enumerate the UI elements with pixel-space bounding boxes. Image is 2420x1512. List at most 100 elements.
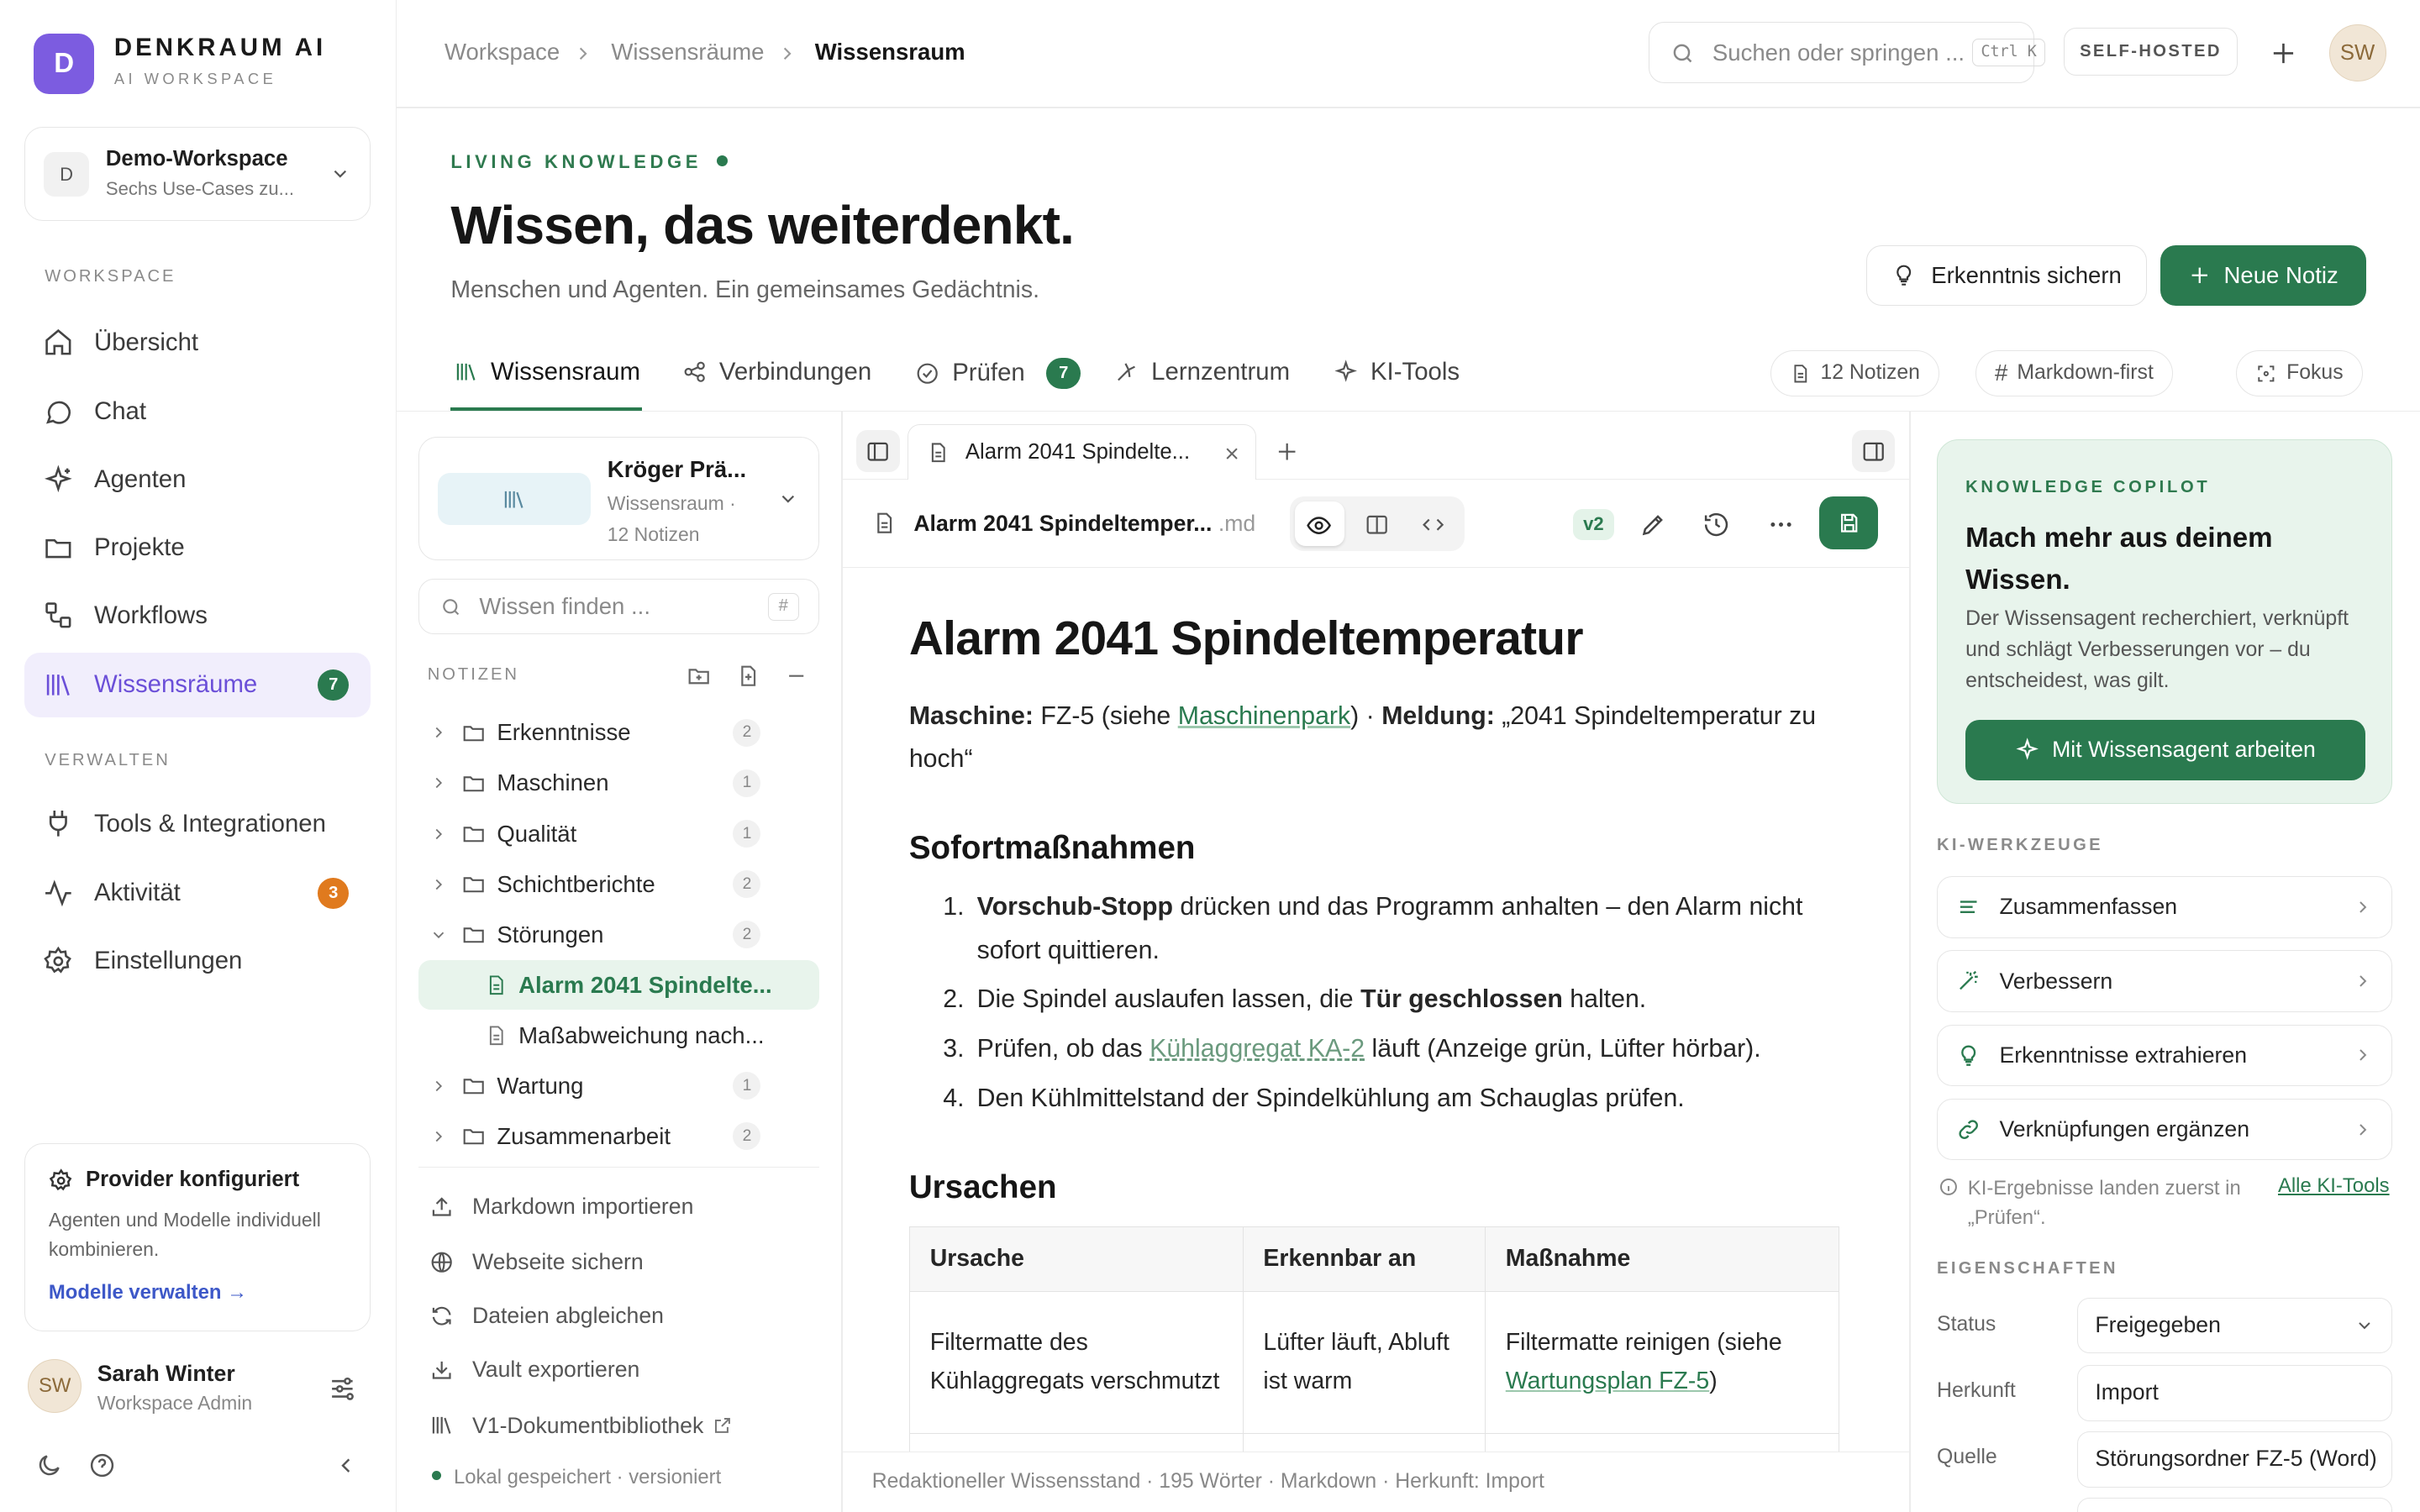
source-field[interactable]: Störungsordner FZ-5 (Word) — [2077, 1431, 2392, 1488]
ki-note: KI-Ergebnisse landen zuerst in „Prüfen“. — [1967, 1176, 2241, 1229]
knowledge-space-card[interactable]: Kröger Prä... Wissensraum · 12 Notizen — [418, 436, 820, 560]
chevron-right-icon[interactable] — [429, 1127, 448, 1146]
all-ki-tools-link[interactable]: Alle KI-Tools — [2278, 1174, 2390, 1198]
plus-icon[interactable] — [2269, 39, 2298, 68]
unresolved-note-link[interactable]: Kühlaggregat KA-2 — [1150, 1035, 1365, 1063]
save-website-action[interactable]: Webseite sichern — [429, 1243, 644, 1280]
sidebar-item-uebersicht[interactable]: Übersicht — [24, 310, 370, 375]
notes-count-chip[interactable]: 12 Notizen — [1770, 349, 1939, 397]
markdown-first-chip[interactable]: # Markdown-first — [1975, 349, 2173, 397]
moon-icon[interactable] — [35, 1452, 63, 1479]
code-icon[interactable] — [1420, 512, 1446, 537]
status-select[interactable]: Freigegeben — [2077, 1297, 2392, 1353]
file-icon — [485, 974, 508, 997]
export-vault-action[interactable]: Vault exportieren — [429, 1352, 639, 1389]
origin-field[interactable]: Import — [2077, 1365, 2392, 1421]
toggle-right-panel-button[interactable] — [1852, 430, 1896, 473]
plus-icon[interactable] — [1275, 439, 1299, 464]
tree-note[interactable]: Alarm 2041 Spindelte... — [418, 960, 820, 1011]
breadcrumb-workspace[interactable]: Workspace — [445, 39, 560, 66]
sidebar-item-wissensraeume[interactable]: Wissensräume 7 — [24, 652, 371, 718]
button-label: Neue Notiz — [2223, 261, 2338, 288]
tree-folder[interactable]: Qualität 1 — [418, 809, 820, 858]
tree-folder[interactable]: Zusammenarbeit 2 — [418, 1112, 820, 1162]
tab-verbindungen[interactable]: Verbindungen — [682, 358, 871, 386]
editor-filename[interactable]: Alarm 2041 Spindeltemper... .md — [913, 511, 1255, 537]
manage-models-link[interactable]: Modelle verwalten → — [49, 1281, 247, 1305]
new-file-icon[interactable] — [736, 664, 760, 688]
item-text: Prüfen, ob das — [976, 1035, 1150, 1063]
collapse-sidebar-icon[interactable] — [334, 1453, 358, 1478]
sidebar-item-projekte[interactable]: Projekte — [24, 515, 370, 580]
tool-improve[interactable]: Verbessern — [1937, 950, 2392, 1012]
filename-text: Alarm 2041 Spindeltemper... — [913, 510, 1213, 536]
bulb-icon — [1961, 1045, 1976, 1066]
sidebar-item-agenten[interactable]: Agenten — [24, 448, 370, 512]
tool-extract-insights[interactable]: Erkenntnisse extrahieren — [1937, 1024, 2392, 1087]
collapse-all-icon[interactable] — [784, 664, 808, 688]
avatar[interactable]: SW — [28, 1359, 82, 1414]
sidebar-item-workflows[interactable]: Workflows — [24, 583, 370, 648]
table-cell: Filtermatte des Kühlaggregats verschmutz… — [908, 1291, 1244, 1435]
chevron-right-icon[interactable] — [429, 774, 448, 792]
save-button[interactable] — [1819, 496, 1879, 549]
workspace-switcher[interactable]: D Demo-Workspace Sechs Use-Cases zu... — [24, 126, 371, 221]
tab-lernzentrum[interactable]: Lernzentrum — [1114, 358, 1290, 386]
note-link[interactable]: Maschinenpark — [1178, 702, 1350, 730]
header-avatar[interactable]: SW — [2328, 24, 2386, 82]
notes-search-input[interactable]: Wissen finden ... # — [418, 578, 820, 634]
library-icon — [47, 675, 71, 696]
tab-pruefen[interactable]: Prüfen 7 — [915, 358, 1081, 389]
chip-label: Fokus — [2286, 361, 2344, 385]
property-field[interactable] — [2077, 1498, 2392, 1512]
sidebar-item-tools[interactable]: Tools & Integrationen — [24, 791, 370, 856]
header-divider — [397, 106, 2420, 108]
tree-folder[interactable]: Erkenntnisse 2 — [418, 708, 820, 758]
import-markdown-action[interactable]: Markdown importieren — [429, 1188, 693, 1225]
tree-folder[interactable]: Störungen 2 — [418, 910, 820, 959]
file-icon — [1794, 364, 1807, 383]
sync-files-action[interactable]: Dateien abgleichen — [429, 1298, 664, 1335]
space-title: Kröger Prä... — [607, 455, 747, 482]
tab-ki-tools[interactable]: KI-Tools — [1334, 358, 1460, 386]
note-link[interactable]: Wartungsplan FZ-5 — [1506, 1368, 1709, 1394]
action-label: Webseite sichern — [472, 1248, 644, 1274]
sidebar-item-aktivitaet[interactable]: Aktivität 3 — [24, 861, 370, 926]
focus-chip[interactable]: Fokus — [2236, 349, 2363, 397]
pencil-icon[interactable] — [1639, 511, 1667, 538]
new-folder-icon[interactable] — [687, 664, 711, 688]
sidebar-item-einstellungen[interactable]: Einstellungen — [24, 929, 370, 994]
toggle-left-panel-button[interactable] — [856, 430, 900, 473]
history-icon[interactable] — [1702, 511, 1730, 538]
sidebar-item-chat[interactable]: Chat — [24, 380, 370, 444]
v1-library-action[interactable]: V1-Dokumentbibliothek — [429, 1407, 734, 1444]
new-note-button[interactable]: Neue Notiz — [2160, 245, 2366, 306]
help-icon[interactable] — [88, 1452, 116, 1479]
chevron-right-icon[interactable] — [429, 723, 448, 742]
tree-folder[interactable]: Maschinen 1 — [418, 759, 820, 808]
sliders-icon[interactable] — [327, 1373, 358, 1404]
tree-folder[interactable]: Wartung 1 — [418, 1061, 820, 1110]
chip-label: 12 Notizen — [1820, 361, 1920, 385]
save-insight-button[interactable]: Erkenntnis sichern — [1865, 245, 2147, 306]
more-icon[interactable] — [1767, 511, 1795, 538]
tree-folder[interactable]: Schichtberichte 2 — [418, 859, 820, 909]
tool-summarize[interactable]: Zusammenfassen — [1937, 876, 2392, 938]
app-logo[interactable]: D — [34, 34, 95, 95]
tab-wissensraum[interactable]: Wissensraum — [454, 358, 640, 386]
close-icon[interactable] — [1223, 445, 1240, 462]
work-with-agent-button[interactable]: Mit Wissensagent arbeiten — [1965, 719, 2365, 780]
breadcrumb-wissensraeume[interactable]: Wissensräume — [611, 39, 764, 66]
tree-note[interactable]: Maßabweichung nach... — [418, 1011, 820, 1060]
cell-text: Filtermatte reinigen (siehe — [1505, 1329, 1782, 1357]
split-view-icon[interactable] — [1365, 512, 1389, 537]
tree-label: Qualität — [497, 820, 577, 847]
eye-icon[interactable] — [1306, 512, 1332, 538]
tool-add-links[interactable]: Verknüpfungen ergänzen — [1937, 1098, 2392, 1161]
chevron-down-icon[interactable] — [429, 926, 448, 944]
version-badge[interactable]: v2 — [1572, 509, 1615, 540]
chevron-right-icon[interactable] — [429, 1077, 448, 1095]
chevron-right-icon[interactable] — [429, 825, 448, 843]
chevron-right-icon[interactable] — [429, 875, 448, 894]
editor-tab-active[interactable]: Alarm 2041 Spindelte... — [907, 424, 1257, 480]
